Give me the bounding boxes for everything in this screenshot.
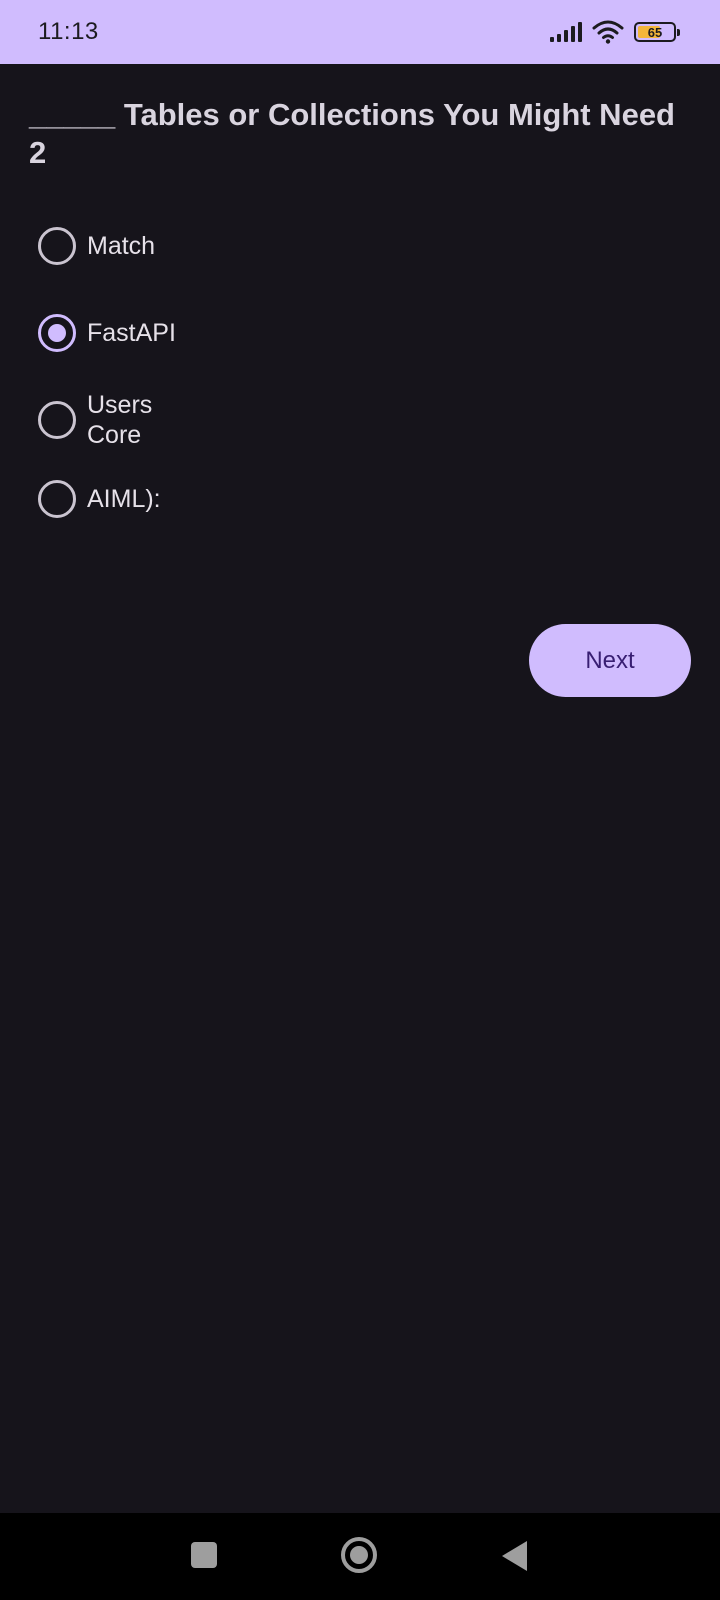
next-button[interactable]: Next — [529, 624, 691, 697]
option-label: FastAPI — [87, 319, 176, 347]
option-fastapi[interactable]: FastAPI — [38, 313, 658, 353]
home-dot — [350, 1546, 368, 1564]
home-icon[interactable] — [341, 1537, 377, 1573]
option-match[interactable]: Match — [38, 226, 658, 266]
back-icon[interactable] — [502, 1541, 527, 1571]
option-label: AIML): — [87, 485, 161, 513]
status-icons: 65 — [550, 20, 680, 44]
radio-dot — [48, 324, 66, 342]
battery-level: 65 — [647, 24, 663, 40]
recents-icon[interactable] — [191, 1542, 217, 1568]
option-aiml[interactable]: AIML): — [38, 479, 658, 519]
wifi-icon — [592, 20, 624, 44]
options-list: Match FastAPI Users Core AIML): — [38, 226, 658, 519]
option-users-core[interactable]: Users Core — [38, 390, 658, 450]
screen: 11:13 65 _____ Tables or Collections You… — [0, 0, 720, 1600]
radio-unchecked-icon[interactable] — [38, 480, 76, 518]
battery-tip — [677, 29, 680, 36]
radio-unchecked-icon[interactable] — [38, 227, 76, 265]
signal-icon — [550, 22, 582, 42]
status-bar: 11:13 65 — [0, 0, 720, 64]
option-label: Match — [87, 232, 156, 260]
status-time: 11:13 — [38, 18, 99, 45]
radio-checked-icon[interactable] — [38, 314, 76, 352]
option-label: Users Core — [87, 391, 153, 449]
question-title: _____ Tables or Collections You Might Ne… — [29, 97, 675, 170]
radio-unchecked-icon[interactable] — [38, 401, 76, 439]
battery-icon: 65 — [634, 22, 680, 42]
